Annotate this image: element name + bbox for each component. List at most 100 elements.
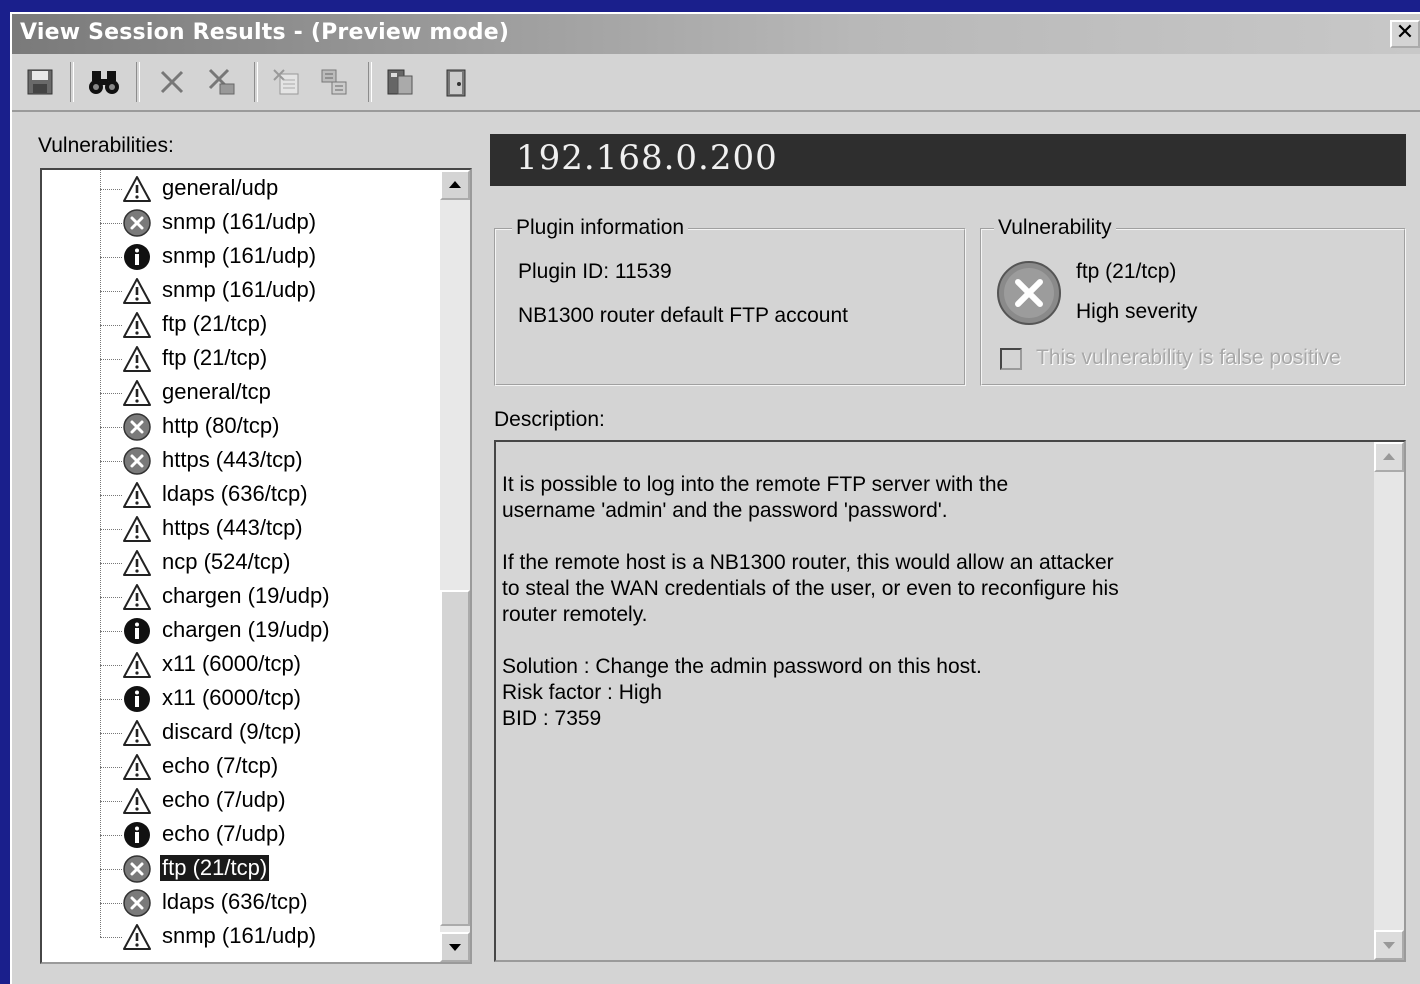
tree-branch-line <box>100 189 122 190</box>
tree-item[interactable]: echo (7/udp) <box>42 818 440 852</box>
exit-icon[interactable] <box>438 64 474 100</box>
high-severity-icon <box>122 208 152 238</box>
tree-branch-line <box>100 903 122 904</box>
desc-scroll-up-button[interactable] <box>1374 442 1404 472</box>
toolbar-separator <box>254 62 258 102</box>
title-bar[interactable]: View Session Results - (Preview mode) ✕ <box>12 14 1420 54</box>
high-severity-icon <box>122 446 152 476</box>
export-icon[interactable] <box>268 64 304 100</box>
find-icon[interactable] <box>86 64 122 100</box>
tree-item[interactable]: ftp (21/tcp) <box>42 342 440 376</box>
tree-item[interactable]: x11 (6000/tcp) <box>42 648 440 682</box>
description-box[interactable]: It is possible to log into the remote FT… <box>494 440 1406 962</box>
save-icon[interactable] <box>22 64 58 100</box>
tree-branch-line <box>100 291 122 292</box>
tree-branch-line <box>100 393 122 394</box>
tree-item-label: ftp (21/tcp) <box>162 311 268 336</box>
scroll-up-button[interactable] <box>440 170 470 200</box>
tree-item-label: ldaps (636/tcp) <box>162 481 308 506</box>
warning-icon <box>122 582 152 612</box>
report-icon[interactable] <box>316 64 352 100</box>
toolbar-separator <box>136 62 140 102</box>
info-icon <box>122 820 152 850</box>
warning-icon <box>122 276 152 306</box>
tree-branch-line <box>100 461 122 462</box>
scroll-down-button[interactable] <box>440 932 470 962</box>
tree-item[interactable]: chargen (19/udp) <box>42 580 440 614</box>
window-title: View Session Results - (Preview mode) <box>20 20 510 45</box>
tree-item[interactable]: snmp (161/udp) <box>42 920 440 954</box>
tree-item[interactable]: https (443/tcp) <box>42 444 440 478</box>
tree-item[interactable]: echo (7/tcp) <box>42 750 440 784</box>
tree-item[interactable]: ldaps (636/tcp) <box>42 478 440 512</box>
desc-scroll-down-button[interactable] <box>1374 930 1404 960</box>
tree-item-label: general/udp <box>162 175 279 200</box>
warning-icon <box>122 344 152 374</box>
tree-item-label: echo (7/udp) <box>162 787 286 812</box>
tree-item-label: chargen (19/udp) <box>162 583 330 608</box>
tree-item-label: ftp (21/tcp) <box>162 345 268 370</box>
info-icon <box>122 616 152 646</box>
tree-item-label: https (443/tcp) <box>162 447 303 472</box>
info-icon <box>122 242 152 272</box>
warning-icon <box>122 514 152 544</box>
warning-icon <box>122 378 152 408</box>
high-severity-icon <box>122 888 152 918</box>
tree-branch-line <box>100 699 122 700</box>
tree-scrollbar[interactable] <box>440 170 470 962</box>
session-results-window: View Session Results - (Preview mode) ✕ <box>10 12 1420 984</box>
plugin-information-group: Plugin information Plugin ID: 11539 NB13… <box>494 216 966 386</box>
warning-icon <box>122 718 152 748</box>
delete-icon[interactable] <box>154 64 190 100</box>
tree-item-label: discard (9/tcp) <box>162 719 302 744</box>
tree-item-label: x11 (6000/tcp) <box>162 651 302 676</box>
false-positive-checkbox[interactable] <box>1000 348 1022 370</box>
delete-all-icon[interactable] <box>204 64 240 100</box>
tree-branch-line <box>100 257 122 258</box>
tree-item[interactable]: ldaps (636/tcp) <box>42 886 440 920</box>
tree-item[interactable]: chargen (19/udp) <box>42 614 440 648</box>
tree-item-label: https (443/tcp) <box>162 515 303 540</box>
tree-item[interactable]: snmp (161/udp) <box>42 206 440 240</box>
arrow-up-icon <box>449 181 461 188</box>
tree-item-label: x11 (6000/tcp) <box>162 685 302 710</box>
vulnerabilities-label: Vulnerabilities: <box>38 134 174 157</box>
tree-item-label: ldaps (636/tcp) <box>162 889 308 914</box>
plugin-information-legend: Plugin information <box>512 216 689 240</box>
tree-branch-line <box>100 427 122 428</box>
tree-item[interactable]: ncp (524/tcp) <box>42 546 440 580</box>
tree-branch-line <box>100 733 122 734</box>
vulnerability-port: ftp (21/tcp) <box>1076 260 1177 283</box>
tree-item[interactable]: ftp (21/tcp) <box>42 308 440 342</box>
host-header: 192.168.0.200 <box>490 134 1406 186</box>
tree-item-label: http (80/tcp) <box>162 413 280 438</box>
tree-branch-line <box>100 359 122 360</box>
tree-item-label: snmp (161/udp) <box>162 209 317 234</box>
vulnerability-severity: High severity <box>1076 300 1198 323</box>
high-severity-icon <box>997 261 1061 325</box>
vulnerability-tree[interactable]: general/udp snmp (161/udp) snmp (161/udp) s… <box>40 168 472 964</box>
scroll-thumb[interactable] <box>440 590 470 926</box>
tree-item[interactable]: echo (7/udp) <box>42 784 440 818</box>
tree-item[interactable]: http (80/tcp) <box>42 410 440 444</box>
tree-item[interactable]: https (443/tcp) <box>42 512 440 546</box>
tree-branch-line <box>100 801 122 802</box>
tree-item[interactable]: general/udp <box>42 172 440 206</box>
description-scrollbar[interactable] <box>1374 442 1404 960</box>
tree-item[interactable]: x11 (6000/tcp) <box>42 682 440 716</box>
properties-icon[interactable] <box>382 64 418 100</box>
tree-branch-line <box>100 767 122 768</box>
tree-branch-line <box>100 631 122 632</box>
tree-item[interactable]: snmp (161/udp) <box>42 274 440 308</box>
arrow-down-icon <box>449 944 461 951</box>
tree-branch-line <box>100 869 122 870</box>
tree-branch-line <box>100 937 122 938</box>
close-button[interactable]: ✕ <box>1390 20 1420 48</box>
warning-icon <box>122 548 152 578</box>
vulnerability-legend: Vulnerability <box>994 216 1116 240</box>
tree-item[interactable]: general/tcp <box>42 376 440 410</box>
tree-item[interactable]: ftp (21/tcp) <box>42 852 440 886</box>
plugin-name: NB1300 router default FTP account <box>518 304 848 327</box>
tree-item[interactable]: snmp (161/udp) <box>42 240 440 274</box>
tree-item[interactable]: discard (9/tcp) <box>42 716 440 750</box>
